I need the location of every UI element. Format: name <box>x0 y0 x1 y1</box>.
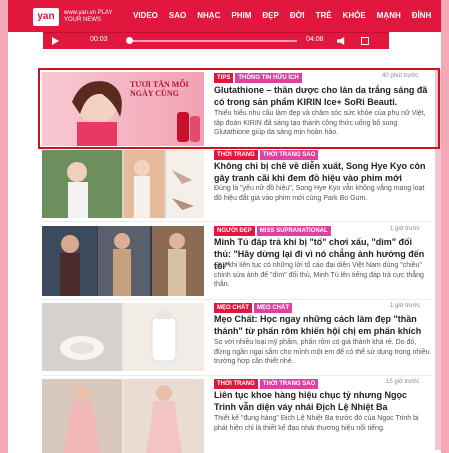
tag[interactable]: MISS SUPRANATIONAL <box>256 226 331 236</box>
progress-bar[interactable] <box>127 40 297 42</box>
top-navigation-bar: yan www.yan.vn PLAY YOUR NEWS VIDEO SAO … <box>8 0 441 32</box>
tag[interactable]: THÔNG TIN HỮU ÍCH <box>235 73 302 83</box>
nav-item-phim[interactable]: PHIM <box>231 11 251 20</box>
article-tags: NGƯỜI ĐẸP MISS SUPRANATIONAL <box>214 226 331 236</box>
article-description: So với nhiều loại mỹ phẩm, phấn rôm có g… <box>214 339 430 365</box>
article-description: Thiết kế "đụng hàng" Địch Lệ Nhiệt Ba tr… <box>214 415 419 432</box>
article-tags: MẸO CHẤT MẸO CHẤT <box>214 303 292 313</box>
article-thumbnail[interactable] <box>42 379 204 453</box>
article-tags: THỜI TRANG THỜI TRANG SAO <box>214 379 319 389</box>
nav-item-tre[interactable]: TRẺ <box>316 11 332 20</box>
divider <box>42 375 432 376</box>
article-thumbnail[interactable]: TƯƠI TẮN MỖI NGÀY CÙNG <box>42 72 204 146</box>
nav-item-manh[interactable]: MẠNH <box>377 11 401 20</box>
ad-headline: TƯƠI TẮN MỖI NGÀY CÙNG <box>130 80 189 98</box>
progress-knob[interactable] <box>125 37 133 44</box>
current-time: 00:03 <box>90 36 108 43</box>
ngoc-trinh-image <box>42 379 204 453</box>
tag[interactable]: THỜI TRANG <box>214 379 258 389</box>
nav-item-video[interactable]: VIDEO <box>133 11 158 20</box>
article-title[interactable]: Glutathione – thần dược cho làn da trắng… <box>214 84 428 108</box>
article-time: 1 giờ trước <box>390 226 420 232</box>
nav-item-dep[interactable]: ĐẸP <box>262 11 278 20</box>
tag[interactable]: NGƯỜI ĐẸP <box>214 226 255 236</box>
fullscreen-icon[interactable] <box>361 37 369 45</box>
tag[interactable]: TIPS <box>214 73 234 83</box>
divider <box>42 299 432 300</box>
tag[interactable]: THỜI TRANG SAO <box>259 150 319 160</box>
article-time: 40 phút trước <box>382 73 419 79</box>
minh-tu-image <box>42 226 204 296</box>
volume-icon[interactable] <box>337 37 345 45</box>
nav-item-dinh[interactable]: ĐỈNH <box>412 11 432 20</box>
baby-powder-image <box>42 303 204 371</box>
main-nav: VIDEO SAO NHẠC PHIM ĐẸP ĐỜI TRẺ KHỎE MẠN… <box>133 11 441 20</box>
article-tags: TIPS THÔNG TIN HỮU ÍCH <box>214 73 302 83</box>
article-thumbnail[interactable] <box>42 303 204 371</box>
divider <box>42 221 432 222</box>
article-time: 1 giờ trước <box>390 303 420 309</box>
duration: 04:08 <box>306 36 324 43</box>
article-title[interactable]: Mẹo Chất: Học ngay những cách làm đẹp "t… <box>214 313 428 337</box>
article-time: 15 giờ trước <box>386 379 420 385</box>
article-description: Thiếu hiểu nhu cầu làm đẹp và chăm sóc s… <box>214 110 426 136</box>
article-title[interactable]: Không chỉ bị chê về diễn xuất, Song Hye … <box>214 160 428 184</box>
logo-tagline: www.yan.vn PLAY YOUR NEWS <box>64 10 113 23</box>
tag[interactable]: THỜI TRANG SAO <box>259 379 319 389</box>
song-hye-kyo-image <box>42 150 204 218</box>
article-thumbnail[interactable] <box>42 226 204 296</box>
article-description: Đúng là "yêu nữ đồ hiệu", Song Hye Kyo v… <box>214 185 425 202</box>
tag[interactable]: MẸO CHẤT <box>214 303 252 313</box>
article-description: Sau khi liên tục có những lời tố cáo đại… <box>214 262 424 288</box>
nav-item-nhac[interactable]: NHẠC <box>197 11 220 20</box>
tag[interactable]: THỜI TRANG <box>214 150 258 160</box>
play-icon[interactable] <box>52 37 59 45</box>
page-frame: yan www.yan.vn PLAY YOUR NEWS VIDEO SAO … <box>8 0 441 453</box>
article-tags: THỜI TRANG THỜI TRANG SAO <box>214 150 319 160</box>
tag[interactable]: MẸO CHẤT <box>254 303 292 313</box>
nav-item-sao[interactable]: SAO <box>169 11 186 20</box>
article-thumbnail[interactable] <box>42 150 204 218</box>
nav-item-khoe[interactable]: KHỎE <box>343 11 366 20</box>
site-logo[interactable]: yan <box>33 8 59 26</box>
audio-player: 00:03 04:08 <box>43 32 389 49</box>
nav-item-doi[interactable]: ĐỜI <box>290 11 305 20</box>
article-title[interactable]: Liên tục khoe hàng hiệu chục tỷ nhưng Ng… <box>214 389 428 413</box>
